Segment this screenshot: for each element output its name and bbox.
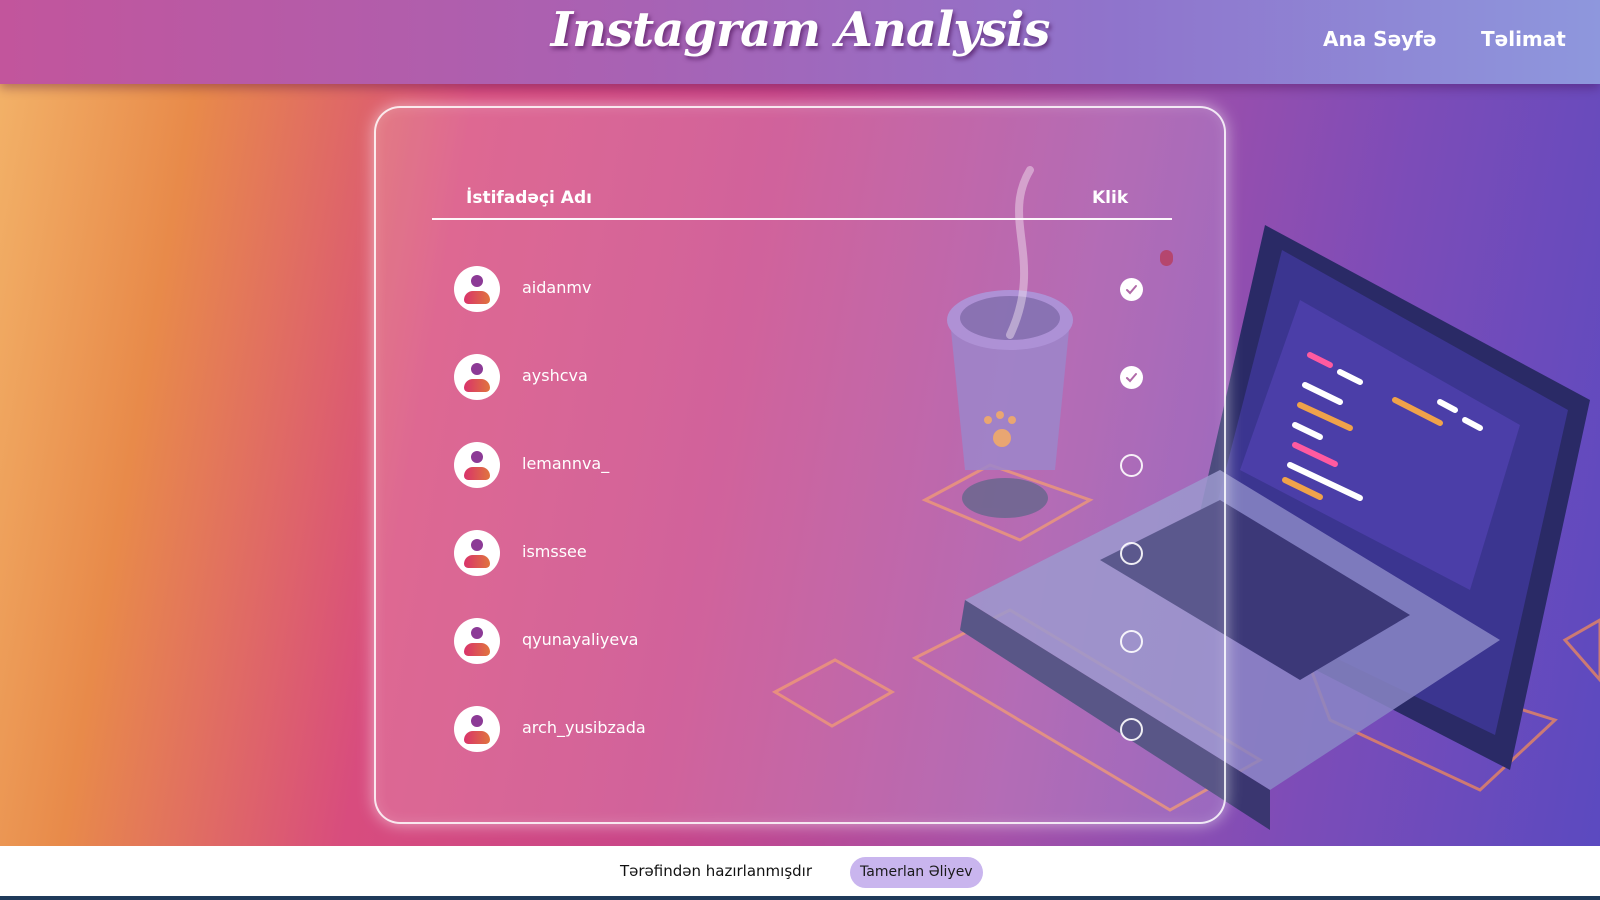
table-row: aidanmv [454,266,1144,314]
avatar [454,618,500,664]
avatar [454,442,500,488]
click-checkbox[interactable] [1120,454,1143,477]
table-row: arch_yusibzada [454,706,1144,754]
click-checkbox[interactable] [1120,366,1143,389]
user-table-card: İstifadəçi Adı Klik aidanmv ayshcva lema… [374,106,1226,824]
table-header: İstifadəçi Adı Klik [432,182,1172,220]
username: ismssee [522,542,587,561]
avatar [454,266,500,312]
column-header-username: İstifadəçi Adı [466,188,592,208]
click-checkbox[interactable] [1120,278,1143,301]
username: lemannva_ [522,454,610,473]
click-checkbox[interactable] [1120,718,1143,741]
table-row: ayshcva [454,354,1144,402]
table-row: lemannva_ [454,442,1144,490]
username: arch_yusibzada [522,718,646,737]
nav-home-link[interactable]: Ana Səyfə [1323,27,1436,51]
nav-guide-link[interactable]: Təlimat [1481,27,1566,51]
column-header-click: Klik [1092,188,1129,208]
footer-divider [0,896,1600,900]
click-checkbox[interactable] [1120,630,1143,653]
username: qyunayaliyeva [522,630,639,649]
checkmark-icon [1126,373,1137,383]
author-badge[interactable]: Tamerlan Əliyev [850,857,983,888]
credit-text: Tərəfindən hazırlanmışdır [620,862,812,880]
scrollbar-thumb[interactable] [1160,250,1173,266]
footer: Tərəfindən hazırlanmışdır Tamerlan Əliye… [0,846,1600,900]
table-row: qyunayaliyeva [454,618,1144,666]
avatar [454,354,500,400]
click-checkbox[interactable] [1120,542,1143,565]
checkmark-icon [1126,285,1137,295]
top-navbar: Instagram Analysis Ana Səyfə Təlimat [0,0,1600,84]
username: aidanmv [522,278,592,297]
avatar [454,706,500,752]
avatar [454,530,500,576]
table-row: ismssee [454,530,1144,578]
username: ayshcva [522,366,588,385]
